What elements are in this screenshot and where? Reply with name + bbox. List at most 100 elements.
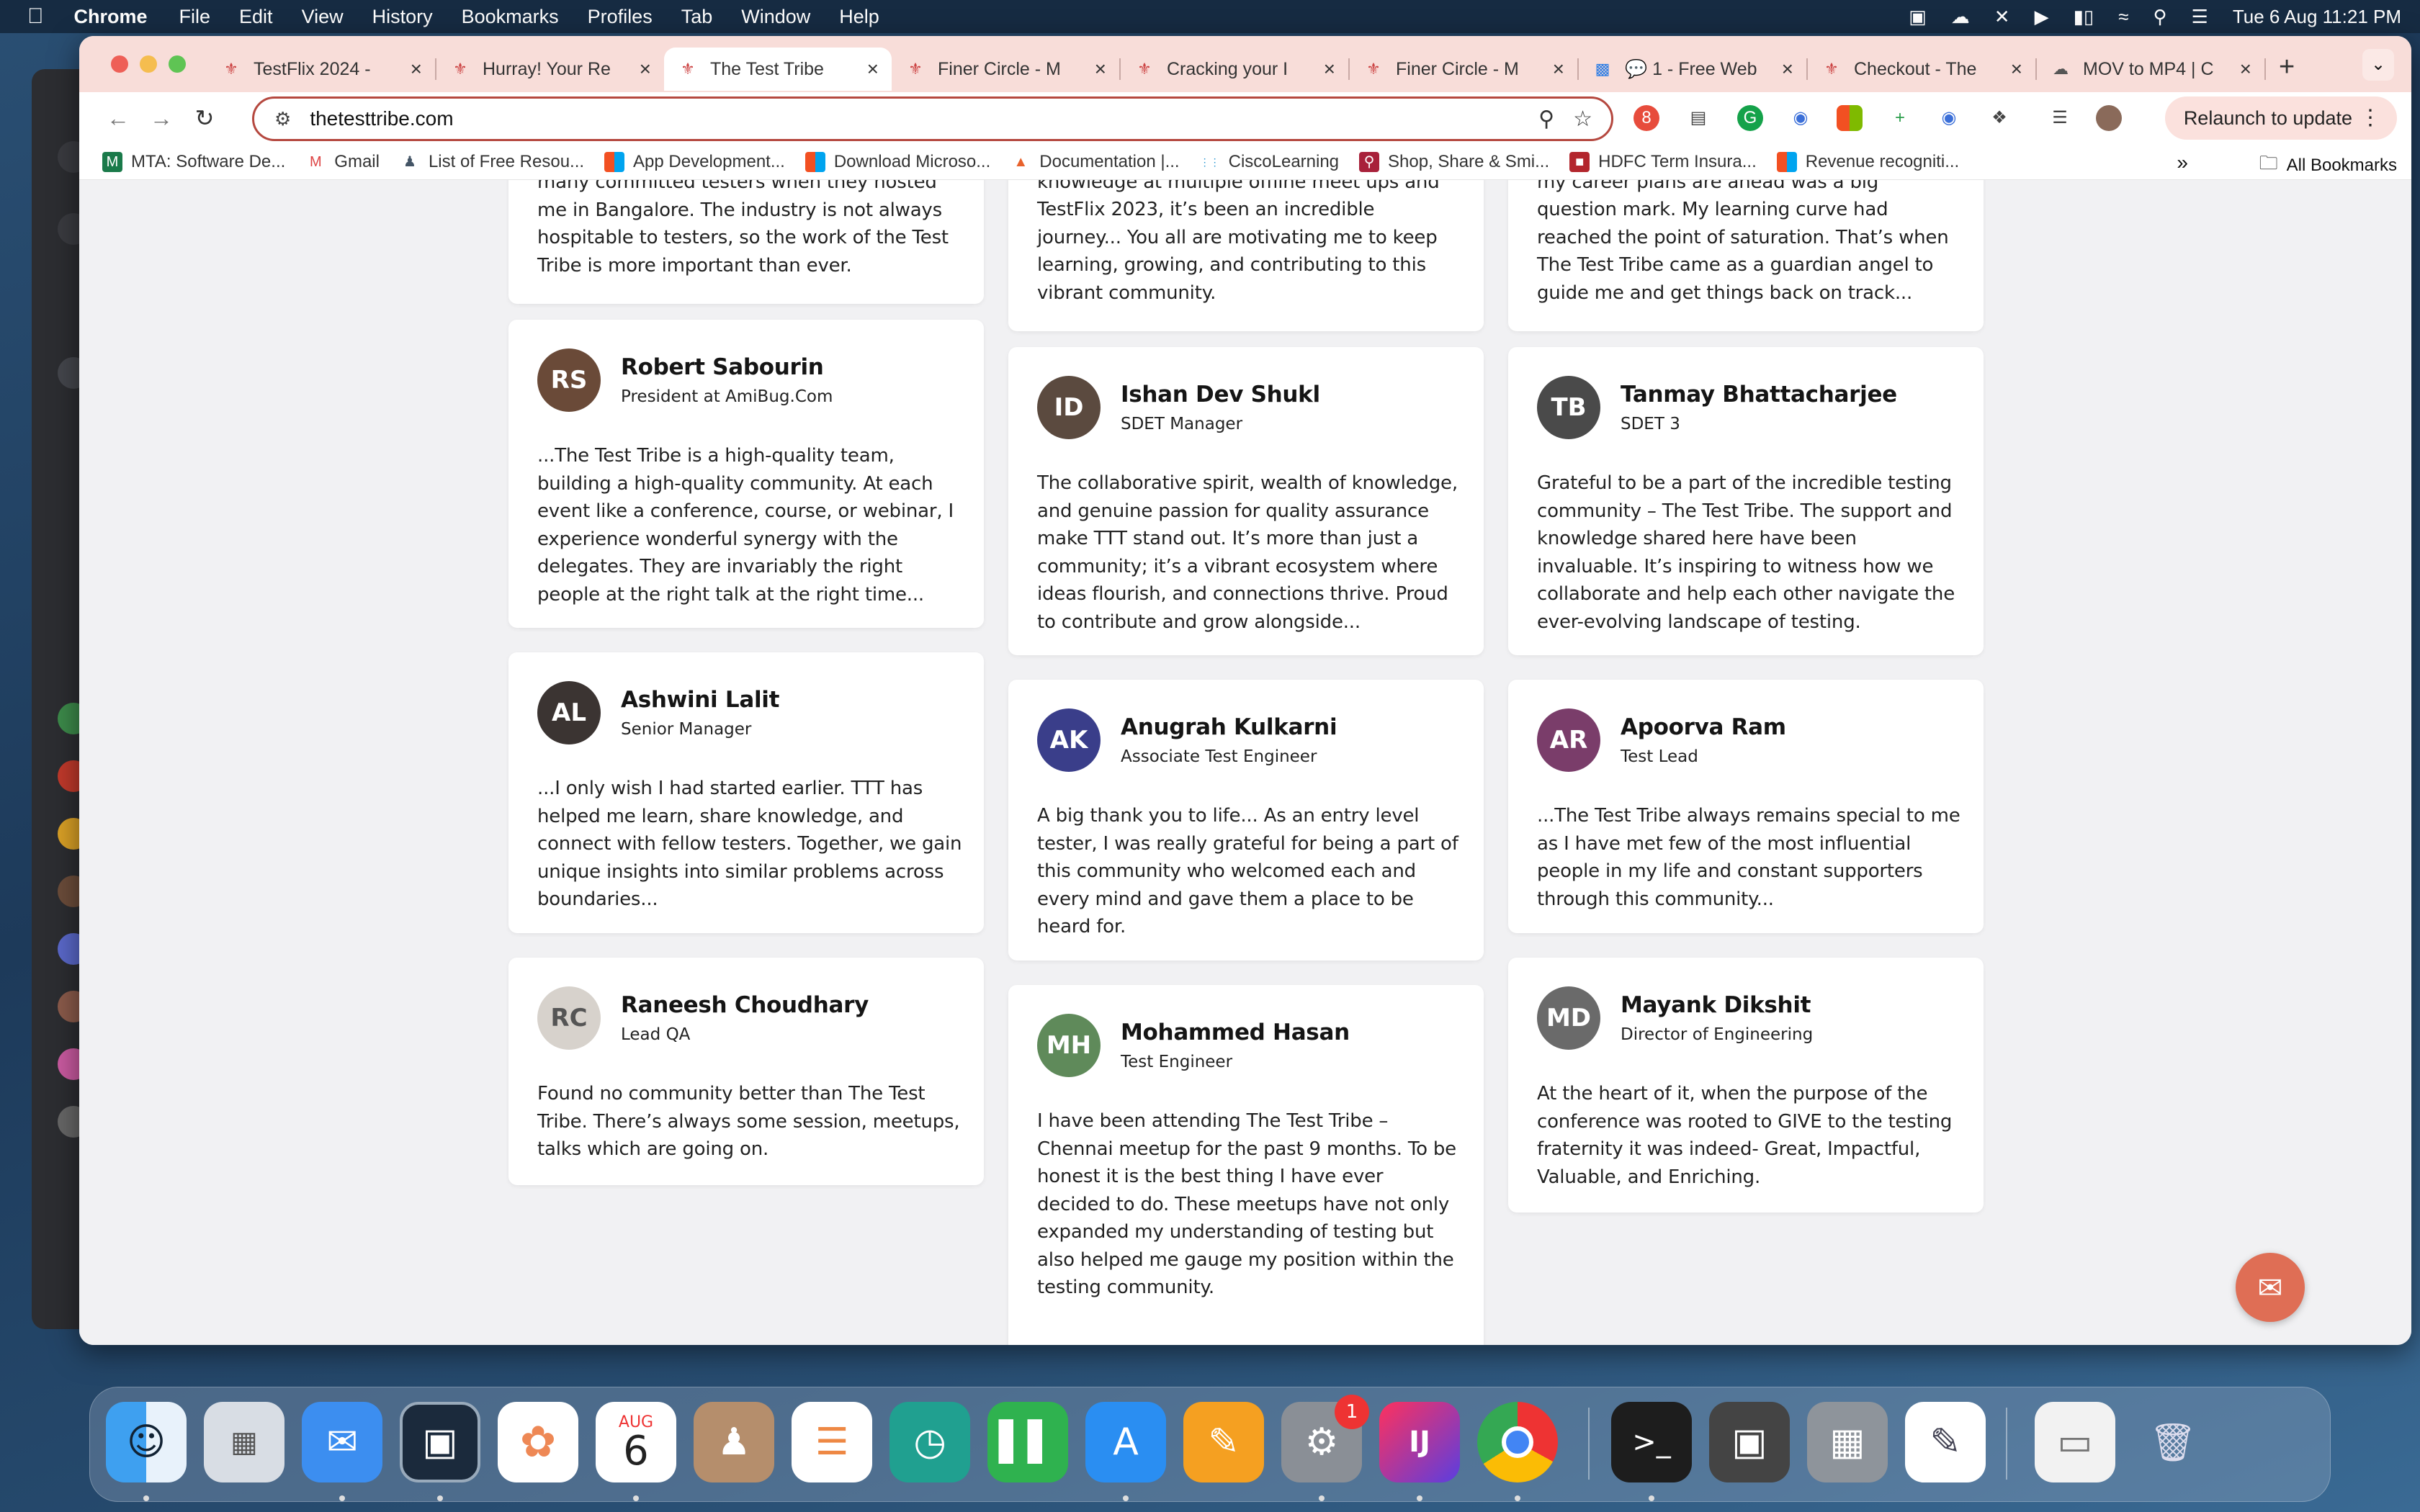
bookmark-shop-share[interactable]: ⚲ Shop, Share & Smi...	[1349, 151, 1559, 172]
menu-edit[interactable]: Edit	[225, 6, 287, 28]
menu-file[interactable]: File	[165, 6, 225, 28]
url-text[interactable]: thetesttribe.com	[310, 107, 1538, 130]
menu-profiles[interactable]: Profiles	[573, 6, 667, 28]
menu-tab[interactable]: Tab	[667, 6, 727, 28]
menu-help[interactable]: Help	[825, 6, 894, 28]
tab-the-test-tribe[interactable]: ⚜ The Test Tribe ×	[664, 48, 892, 91]
media-controls-icon[interactable]: ☰	[2047, 105, 2073, 131]
reload-icon[interactable]: ↻	[183, 104, 226, 132]
tab-free-web[interactable]: ▩ 💬 1 - Free Web ×	[1579, 48, 1806, 91]
tab-close-icon[interactable]: ×	[2011, 58, 2022, 81]
tab-close-icon[interactable]: ×	[1553, 58, 1564, 81]
bookmark-documentation[interactable]: ▲ Documentation |...	[1000, 152, 1189, 172]
contacts-icon[interactable]: ♟	[694, 1402, 774, 1482]
chat-widget-button[interactable]: ✉	[2236, 1253, 2305, 1322]
menu-history[interactable]: History	[358, 6, 447, 28]
finder-icon[interactable]: ☺	[106, 1402, 187, 1482]
address-bar[interactable]: ⚙ thetesttribe.com ⚲ ☆	[252, 96, 1613, 141]
tab-close-icon[interactable]: ×	[1782, 58, 1793, 81]
new-tab-plus-icon[interactable]: +	[2279, 52, 2295, 83]
all-bookmarks-folder[interactable]: 🗀 All Bookmarks	[2259, 150, 2397, 181]
terminal-icon[interactable]: >_	[1611, 1402, 1692, 1482]
battery-icon[interactable]: ▮▯	[2074, 6, 2094, 28]
control-center-icon[interactable]: ☰	[2192, 6, 2208, 28]
bookmark-ciscolearning[interactable]: ⋮⋮ CiscoLearning	[1190, 152, 1349, 172]
bookmark-star-icon[interactable]: ☆	[1573, 107, 1592, 132]
calendar-icon[interactable]: AUG 6	[596, 1402, 676, 1482]
screen-sharing-icon[interactable]: ▣	[400, 1402, 480, 1482]
add-extension-icon[interactable]: +	[1887, 105, 1913, 131]
screencast-icon[interactable]: ◉	[1788, 105, 1814, 131]
forward-arrow-icon[interactable]: →	[140, 105, 183, 132]
bookmark-revenue-recognition[interactable]: Revenue recogniti...	[1767, 151, 1969, 172]
intellij-icon[interactable]: IJ	[1379, 1402, 1460, 1482]
play-icon[interactable]: ▶	[2035, 6, 2049, 28]
photos-icon[interactable]: ✿	[498, 1402, 578, 1482]
cloud-icon[interactable]: ☁	[1951, 6, 1970, 28]
tab-finer-circle[interactable]: ⚜ Finer Circle - M ×	[892, 48, 1119, 91]
app-store-icon[interactable]: A	[1085, 1402, 1166, 1482]
calculator-icon[interactable]: ▦	[1807, 1402, 1888, 1482]
puzzle-extensions-icon[interactable]: ❖	[1986, 105, 2012, 131]
tab-close-icon[interactable]: ×	[640, 58, 651, 81]
tab-checkout[interactable]: ⚜ Checkout - The ×	[1808, 48, 2035, 91]
chrome-icon[interactable]	[1477, 1402, 1558, 1482]
microsoft-icon[interactable]	[1837, 105, 1863, 131]
tab-testflix[interactable]: ⚜ TestFlix 2024 - ×	[207, 48, 435, 91]
tab-close-icon[interactable]: ×	[2240, 58, 2251, 81]
extension-badge-icon[interactable]: 8	[1634, 105, 1659, 131]
kebab-menu-icon[interactable]: ⋮	[2360, 96, 2381, 140]
launchpad-icon[interactable]: ▦	[204, 1402, 284, 1482]
site-info-icon[interactable]: ⚙	[274, 108, 291, 130]
bookmark-app-development[interactable]: App Development...	[594, 151, 795, 172]
menu-bookmarks[interactable]: Bookmarks	[447, 6, 573, 28]
trash-icon[interactable]: 🗑	[2133, 1402, 2213, 1482]
extension-icon[interactable]: ▤	[1685, 105, 1711, 131]
bookmark-gmail[interactable]: M Gmail	[295, 152, 390, 172]
bookmark-download-microsoft[interactable]: Download Microso...	[795, 151, 1000, 172]
screenshot-icon[interactable]: ▣	[1709, 1402, 1790, 1482]
app-status-icon[interactable]: ▣	[1909, 6, 1927, 28]
mail-icon[interactable]: ✉	[302, 1402, 382, 1482]
numbers-icon[interactable]: ▌▌	[987, 1402, 1068, 1482]
close-window-button[interactable]	[111, 55, 128, 73]
tab-close-icon[interactable]: ×	[1095, 58, 1106, 81]
spotlight-search-icon[interactable]: ⚲	[2153, 6, 2166, 28]
clock-icon[interactable]: ◷	[889, 1402, 970, 1482]
tab-finer-circle-2[interactable]: ⚜ Finer Circle - M ×	[1350, 48, 1577, 91]
app-menu-chrome[interactable]: Chrome	[60, 6, 165, 28]
menubar-clock[interactable]: Tue 6 Aug 11:21 PM	[2233, 6, 2401, 28]
tab-close-icon[interactable]: ×	[1324, 58, 1335, 81]
tab-label: Finer Circle - M	[1396, 58, 1519, 79]
reminders-icon[interactable]: ☰	[792, 1402, 872, 1482]
maximize-window-button[interactable]	[169, 55, 186, 73]
zoom-icon[interactable]: ⚲	[1538, 107, 1554, 132]
tribe-favicon-icon: ⚜	[681, 60, 695, 78]
profile-avatar[interactable]	[2096, 105, 2122, 131]
pen-off-icon[interactable]: ✕	[1994, 6, 2010, 28]
menu-window[interactable]: Window	[727, 6, 825, 28]
more-bookmarks-chevron-icon[interactable]: »	[2177, 151, 2188, 174]
back-arrow-icon[interactable]: ←	[97, 105, 140, 132]
bookmark-hdfc[interactable]: ■ HDFC Term Insura...	[1559, 151, 1767, 172]
bookmark-free-resources[interactable]: ♟ List of Free Resou...	[390, 152, 594, 172]
minimize-window-button[interactable]	[140, 55, 157, 73]
pages-icon[interactable]: ✎	[1183, 1402, 1264, 1482]
apple-menu-icon[interactable]: 	[0, 4, 60, 29]
tab-search-chevron-icon[interactable]: ⌄	[2362, 49, 2394, 81]
tab-label: Cracking your I	[1167, 58, 1289, 79]
tab-cracking[interactable]: ⚜ Cracking your I ×	[1121, 48, 1348, 91]
tab-mov-to-mp4[interactable]: ☁ MOV to MP4 | C ×	[2037, 48, 2264, 91]
tab-hurray[interactable]: ⚜ Hurray! Your Re ×	[436, 48, 664, 91]
script-editor-icon[interactable]: ✎	[1905, 1402, 1986, 1482]
menu-view[interactable]: View	[287, 6, 358, 28]
relaunch-to-update-button[interactable]: Relaunch to update ⋮	[2164, 96, 2397, 140]
wifi-icon[interactable]: ≈	[2118, 6, 2128, 28]
document-stack-icon[interactable]: ▭	[2035, 1402, 2115, 1482]
bookmark-mta[interactable]: M MTA: Software De...	[92, 151, 295, 172]
tab-close-icon[interactable]: ×	[411, 58, 422, 81]
tab-close-icon[interactable]: ×	[867, 58, 879, 81]
system-settings-icon[interactable]: ⚙ 1	[1281, 1395, 1369, 1482]
vpn-icon[interactable]: ◉	[1936, 105, 1962, 131]
grammarly-icon[interactable]: G	[1737, 105, 1763, 131]
